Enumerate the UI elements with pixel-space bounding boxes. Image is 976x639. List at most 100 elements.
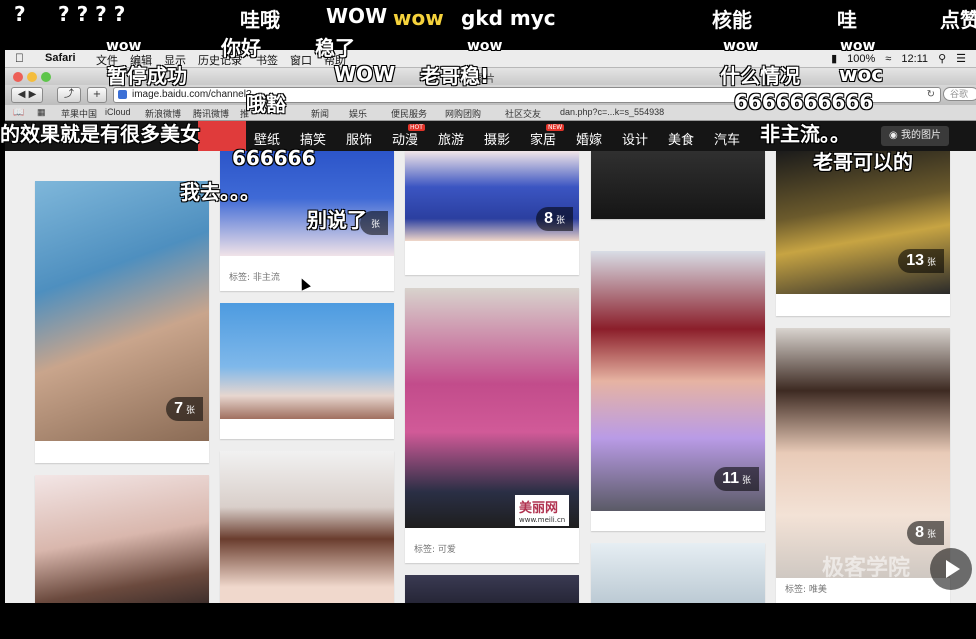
nav-anime[interactable]: 动漫 HOT bbox=[392, 124, 425, 148]
wifi-icon[interactable]: ≈ bbox=[885, 53, 891, 65]
danmaku-comment: wow bbox=[393, 6, 444, 30]
model-photo[interactable] bbox=[220, 303, 394, 419]
image-tag[interactable]: 标签: 唯美 bbox=[785, 582, 827, 595]
back-forward-icon[interactable]: ◀ ▶ bbox=[11, 87, 43, 103]
danmaku-comment: 哇 bbox=[837, 8, 857, 32]
danmaku-comment: wow bbox=[840, 38, 876, 54]
danmaku-comment: wow bbox=[106, 38, 142, 54]
image-card[interactable] bbox=[35, 475, 209, 603]
bookmark-item[interactable]: dan.php?c=...k=s_554938 bbox=[560, 107, 664, 117]
danmaku-comment: 暂停成功 bbox=[107, 64, 187, 88]
image-count-badge: 7张 bbox=[166, 397, 203, 421]
image-tag[interactable]: 标签: 非主流 bbox=[229, 270, 280, 283]
danmaku-comment: 6666666666 bbox=[734, 90, 874, 114]
model-photo[interactable] bbox=[405, 575, 579, 603]
bookmark-item[interactable]: 网购团购 bbox=[445, 107, 481, 120]
danmaku-comment: 别说了 bbox=[307, 208, 367, 232]
image-card[interactable]: 7张 bbox=[35, 181, 209, 463]
danmaku-comment: 核能 bbox=[712, 8, 752, 32]
image-card[interactable] bbox=[591, 543, 765, 603]
nav-wedding[interactable]: 婚嫁 bbox=[576, 129, 602, 148]
image-count: 8 bbox=[915, 524, 924, 541]
image-count-unit: 张 bbox=[926, 529, 936, 539]
nav-home[interactable]: 家居 NEW bbox=[530, 124, 565, 148]
share-icon[interactable]: ⤴ bbox=[57, 87, 81, 103]
image-card[interactable] bbox=[220, 303, 394, 439]
image-count: 7 bbox=[174, 400, 183, 417]
image-card[interactable]: 美丽网 www.meili.cn 标签: 可爱 bbox=[405, 288, 579, 563]
watermark-logo: 美丽网 www.meili.cn bbox=[515, 495, 570, 526]
site-favicon-icon bbox=[118, 90, 127, 99]
image-card[interactable] bbox=[220, 451, 394, 603]
bookmark-item[interactable]: 娱乐 bbox=[349, 107, 367, 120]
image-card[interactable]: 8张 bbox=[405, 151, 579, 275]
model-photo[interactable] bbox=[591, 151, 765, 219]
watermark-text: 美丽网 bbox=[519, 501, 559, 516]
hot-badge: HOT bbox=[408, 124, 425, 131]
search-field[interactable]: 谷歌 bbox=[943, 87, 976, 101]
nav-food[interactable]: 美食 bbox=[668, 129, 694, 148]
nav-fashion[interactable]: 服饰 bbox=[346, 129, 372, 148]
bookmark-item[interactable]: 社区交友 bbox=[505, 107, 541, 120]
app-menu[interactable]: Safari bbox=[45, 52, 76, 64]
add-bookmark-icon[interactable]: + bbox=[87, 87, 107, 103]
image-count-badge: 8张 bbox=[536, 207, 573, 231]
danmaku-comment: 的效果就是有很多美女 bbox=[0, 122, 200, 146]
image-count-badge: 13 张 bbox=[898, 249, 944, 273]
close-window-icon[interactable] bbox=[13, 72, 23, 82]
minimize-window-icon[interactable] bbox=[27, 72, 37, 82]
model-photo[interactable] bbox=[220, 451, 394, 603]
image-card[interactable] bbox=[405, 575, 579, 603]
my-pictures-button[interactable]: ◉ 我的图片 bbox=[881, 126, 949, 146]
video-frame:  Safari 文件 编辑 显示 历史记录 书签 窗口 帮助 ▮ 100% ≈… bbox=[0, 0, 976, 639]
model-photo[interactable] bbox=[591, 543, 765, 603]
image-count-badge: 11 张 bbox=[714, 467, 759, 491]
nav-auto[interactable]: 汽车 bbox=[714, 129, 740, 148]
reload-icon[interactable]: ↻ bbox=[927, 88, 935, 102]
danmaku-comment: 你好 bbox=[221, 36, 261, 60]
danmaku-comment: WOW bbox=[334, 62, 396, 86]
image-count-unit: 张 bbox=[555, 215, 565, 225]
image-card[interactable] bbox=[591, 151, 765, 219]
danmaku-comment: 老哥稳! bbox=[420, 64, 490, 88]
danmaku-comment: woc bbox=[839, 62, 884, 86]
danmaku-comment: 非主流。。 bbox=[760, 122, 850, 146]
bookmark-item[interactable]: 新闻 bbox=[311, 107, 329, 120]
danmaku-comment: 稳了 bbox=[315, 36, 355, 60]
danmaku-comment: 什么情况 bbox=[720, 64, 800, 88]
nav-home-label: 家居 bbox=[530, 133, 557, 148]
image-count: 11 bbox=[722, 470, 739, 487]
danmaku-comment: wow bbox=[723, 38, 759, 54]
nav-design[interactable]: 设计 bbox=[622, 129, 648, 148]
address-url[interactable]: image.baidu.com/channel?... bbox=[132, 88, 260, 102]
top-sites-icon[interactable]: ▦ bbox=[37, 107, 46, 118]
spotlight-search-icon[interactable]: ⚲ bbox=[938, 52, 946, 65]
image-count-unit: 张 bbox=[741, 475, 751, 485]
danmaku-comment: 我去。。。 bbox=[180, 180, 260, 204]
reading-list-icon[interactable]: 📖 bbox=[13, 107, 24, 118]
image-waterfall: 7张 张 标签: 非主流 8张 美丽网 www.meili.cn 标签: 可爱 … bbox=[5, 151, 976, 603]
apple-menu-icon[interactable]:  bbox=[15, 51, 24, 65]
menu-window[interactable]: 窗口 bbox=[290, 52, 312, 68]
eye-icon: ◉ bbox=[889, 130, 898, 141]
battery-icon[interactable]: ▮ bbox=[831, 52, 837, 65]
danmaku-comment: 666666 bbox=[232, 146, 316, 170]
model-photo[interactable] bbox=[405, 288, 579, 528]
watermark-url: www.meili.cn bbox=[519, 516, 566, 524]
image-count-unit: 张 bbox=[185, 405, 195, 415]
nav-photography[interactable]: 摄影 bbox=[484, 129, 510, 148]
nav-anime-label: 动漫 bbox=[392, 133, 419, 148]
image-tag[interactable]: 标签: 可爱 bbox=[414, 542, 456, 555]
play-icon[interactable] bbox=[930, 548, 972, 590]
clock[interactable]: 12:11 bbox=[901, 53, 928, 65]
zoom-window-icon[interactable] bbox=[41, 72, 51, 82]
model-photo[interactable] bbox=[35, 475, 209, 603]
bookmark-item[interactable]: iCloud bbox=[105, 107, 131, 117]
danmaku-comment: ? bbox=[14, 2, 26, 26]
nav-travel[interactable]: 旅游 bbox=[438, 129, 464, 148]
image-card[interactable]: 13 张 bbox=[776, 151, 950, 316]
notification-center-icon[interactable]: ☰ bbox=[956, 52, 966, 65]
image-count-unit: 张 bbox=[926, 257, 936, 267]
image-card[interactable]: 11 张 bbox=[591, 251, 765, 531]
bookmark-item[interactable]: 便民服务 bbox=[391, 107, 427, 120]
